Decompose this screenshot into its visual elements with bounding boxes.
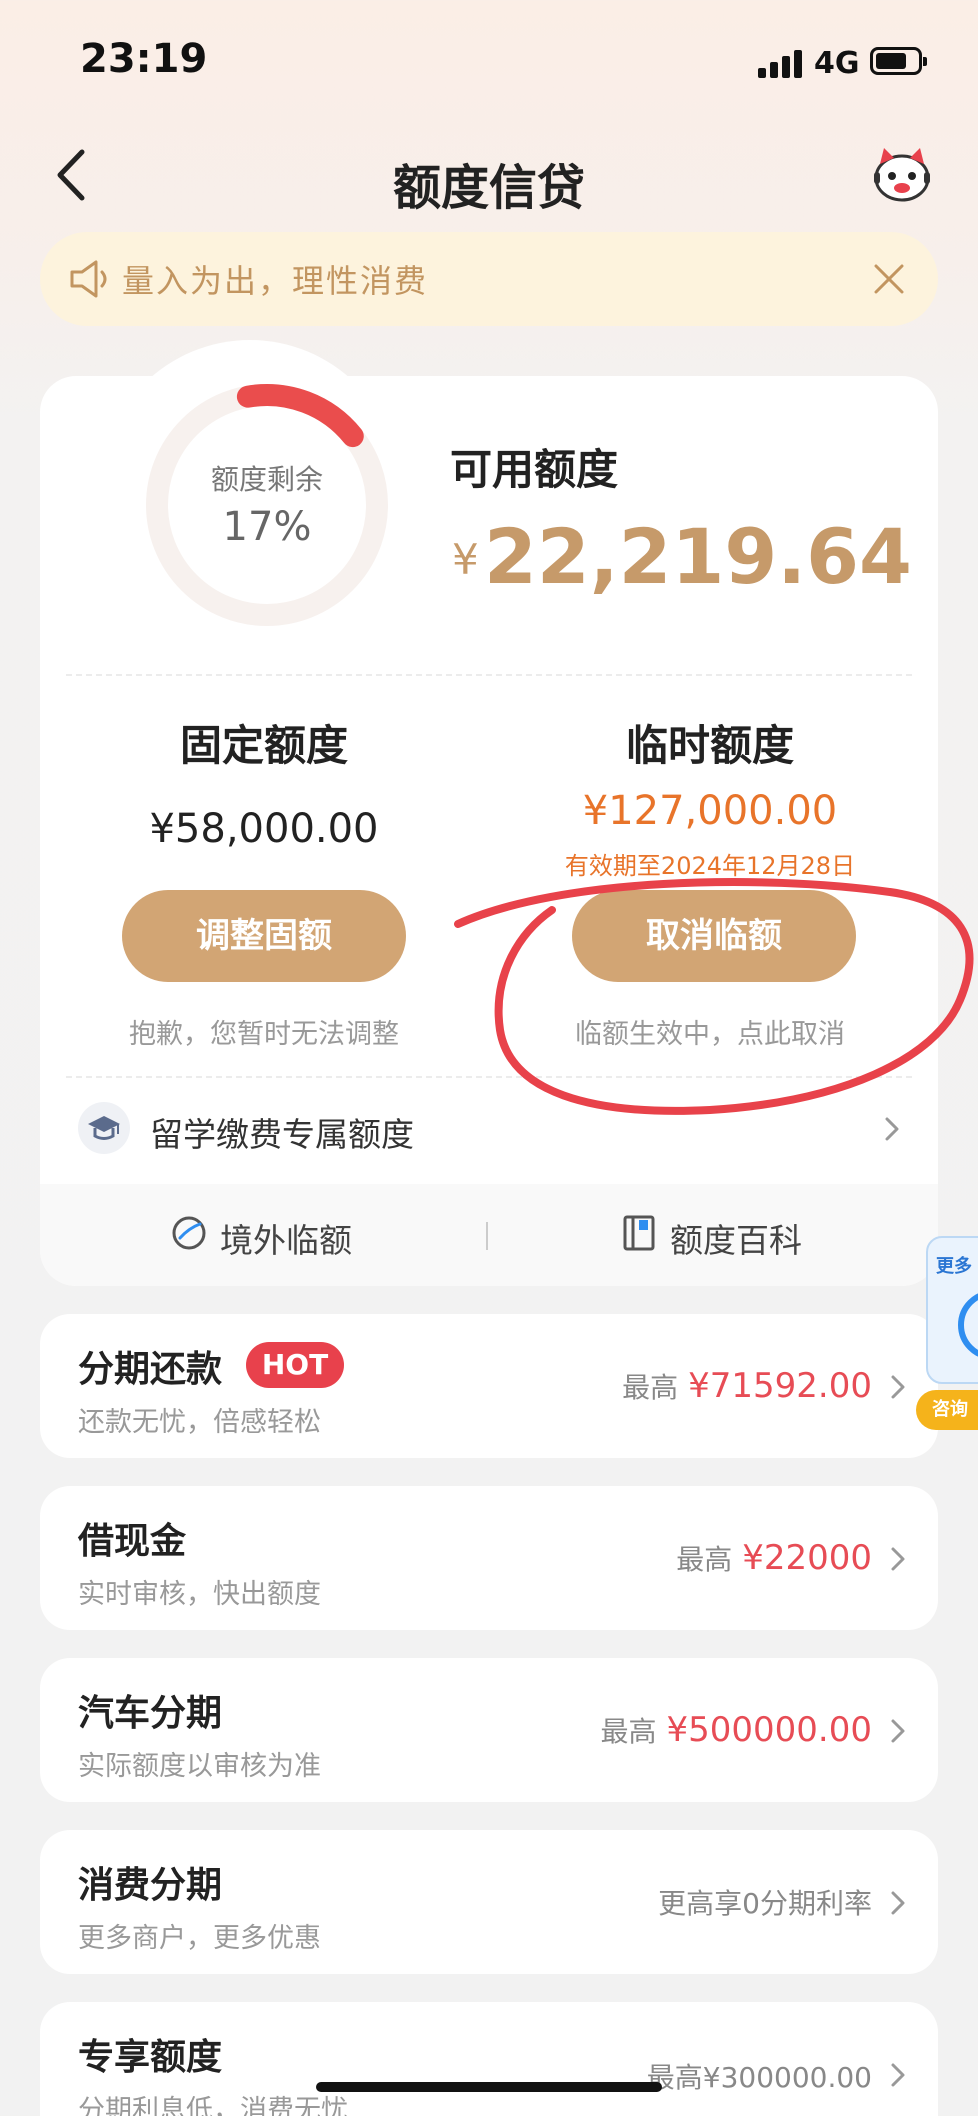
product-card-exclusive-credit[interactable]: 专享额度 分期利息低，消费无忧 最高¥300000.00 bbox=[40, 2002, 938, 2116]
hot-badge: HOT bbox=[246, 1342, 344, 1388]
quick-links-strip: 境外临额 额度百科 bbox=[40, 1184, 938, 1286]
overseas-temp-credit-link[interactable]: 境外临额 bbox=[220, 1214, 352, 1262]
temporary-amount: ¥127,000.00 bbox=[582, 788, 838, 834]
chevron-right-icon bbox=[891, 2063, 905, 2087]
mascot-icon[interactable] bbox=[870, 144, 934, 204]
limit-prefix: 最高 bbox=[676, 1543, 733, 1576]
product-limit: 最高 ¥71592.00 bbox=[622, 1366, 872, 1406]
credit-wiki-link[interactable]: 额度百科 bbox=[670, 1214, 802, 1262]
graduation-cap-icon bbox=[78, 1102, 130, 1154]
fixed-amount: ¥58,000.00 bbox=[149, 806, 379, 852]
temporary-validity: 有效期至2024年12月28日 bbox=[564, 852, 856, 880]
product-card-consumer-installment[interactable]: 消费分期 更多商户，更多优惠 更高享0分期利率 bbox=[40, 1830, 938, 1974]
limit-prefix: 最高 bbox=[600, 1715, 657, 1748]
chevron-right-icon bbox=[891, 1375, 905, 1399]
product-limit: 更高享0分期利率 bbox=[658, 1882, 872, 1922]
chevron-right-icon bbox=[891, 1547, 905, 1571]
product-subtitle: 更多商户，更多优惠 bbox=[78, 1923, 321, 1954]
chevron-right-icon bbox=[891, 1891, 905, 1915]
notice-banner: 量入为出，理性消费 bbox=[40, 232, 938, 326]
product-subtitle: 分期利息低，消费无忧 bbox=[78, 2095, 348, 2116]
currency-symbol: ¥ bbox=[452, 535, 479, 584]
available-label: 可用额度 bbox=[450, 445, 619, 494]
limit-amount: ¥71592.00 bbox=[688, 1366, 872, 1406]
product-card-cash-loan[interactable]: 借现金 实时审核，快出额度 最高 ¥22000 bbox=[40, 1486, 938, 1630]
battery-icon bbox=[870, 47, 927, 75]
product-title: 消费分期 bbox=[78, 1865, 223, 1906]
signal-icon bbox=[758, 48, 804, 78]
limit-prefix: 最高 bbox=[622, 1371, 679, 1404]
product-card-car-installment[interactable]: 汽车分期 实际额度以审核为准 最高 ¥500000.00 bbox=[40, 1658, 938, 1802]
limit-amount: ¥22000 bbox=[742, 1538, 872, 1578]
product-limit: 最高 ¥500000.00 bbox=[600, 1710, 872, 1750]
speaker-icon bbox=[70, 260, 107, 298]
available-amount: 22,219.64 bbox=[484, 512, 912, 601]
network-type: 4G bbox=[814, 46, 860, 81]
chat-bubble-icon bbox=[958, 1290, 978, 1360]
temporary-note[interactable]: 临额生效中，点此取消 bbox=[500, 1012, 920, 1051]
status-bar: 23:19 4G bbox=[0, 0, 978, 110]
strip-separator bbox=[486, 1222, 488, 1250]
product-title: 借现金 bbox=[78, 1521, 187, 1562]
customer-service-widget[interactable]: 更多 bbox=[926, 1236, 978, 1384]
widget-more-label: 更多 bbox=[936, 1256, 972, 1277]
product-title: 分期还款 bbox=[78, 1349, 223, 1390]
ring-percent: 17% bbox=[222, 504, 312, 550]
cancel-temporary-button[interactable]: 取消临额 bbox=[572, 890, 856, 982]
study-abroad-label: 留学缴费专属额度 bbox=[150, 1115, 414, 1154]
study-abroad-row[interactable]: 留学缴费专属额度 bbox=[40, 1076, 938, 1184]
nav-bar: 额度信贷 bbox=[0, 130, 978, 220]
product-title: 专享额度 bbox=[78, 2037, 223, 2078]
product-limit: 最高 ¥22000 bbox=[676, 1538, 872, 1578]
product-subtitle: 实际额度以审核为准 bbox=[78, 1751, 321, 1782]
globe-icon bbox=[172, 1216, 206, 1250]
ring-label: 额度剩余 bbox=[210, 463, 323, 496]
limit-prefix: 最高¥300000.00 bbox=[646, 2061, 872, 2094]
adjust-fixed-button[interactable]: 调整固额 bbox=[122, 890, 406, 982]
product-card-installment-repay[interactable]: 分期还款 HOT 还款无忧，倍感轻松 最高 ¥71592.00 bbox=[40, 1314, 938, 1458]
limit-prefix: 更高享0分期利率 bbox=[658, 1887, 872, 1920]
product-title: 汽车分期 bbox=[78, 1693, 223, 1734]
product-limit: 最高¥300000.00 bbox=[647, 2056, 872, 2096]
fixed-title: 固定额度 bbox=[179, 721, 348, 770]
page-title: 额度信贷 bbox=[392, 160, 585, 216]
consult-button[interactable]: 咨询 bbox=[916, 1390, 978, 1430]
status-time: 23:19 bbox=[80, 36, 208, 82]
chevron-right-icon bbox=[885, 1117, 899, 1141]
product-subtitle: 还款无忧，倍感轻松 bbox=[78, 1407, 321, 1438]
fixed-note: 抱歉，您暂时无法调整 bbox=[129, 1019, 399, 1050]
product-subtitle: 实时审核，快出额度 bbox=[78, 1579, 321, 1610]
home-indicator bbox=[316, 2082, 662, 2092]
divider bbox=[66, 674, 912, 676]
temporary-title: 临时额度 bbox=[625, 721, 794, 770]
notice-text: 量入为出，理性消费 bbox=[122, 262, 429, 300]
close-icon[interactable] bbox=[872, 262, 906, 296]
book-icon bbox=[623, 1215, 655, 1251]
limit-amount: ¥500000.00 bbox=[666, 1710, 873, 1750]
chevron-right-icon bbox=[891, 1719, 905, 1743]
